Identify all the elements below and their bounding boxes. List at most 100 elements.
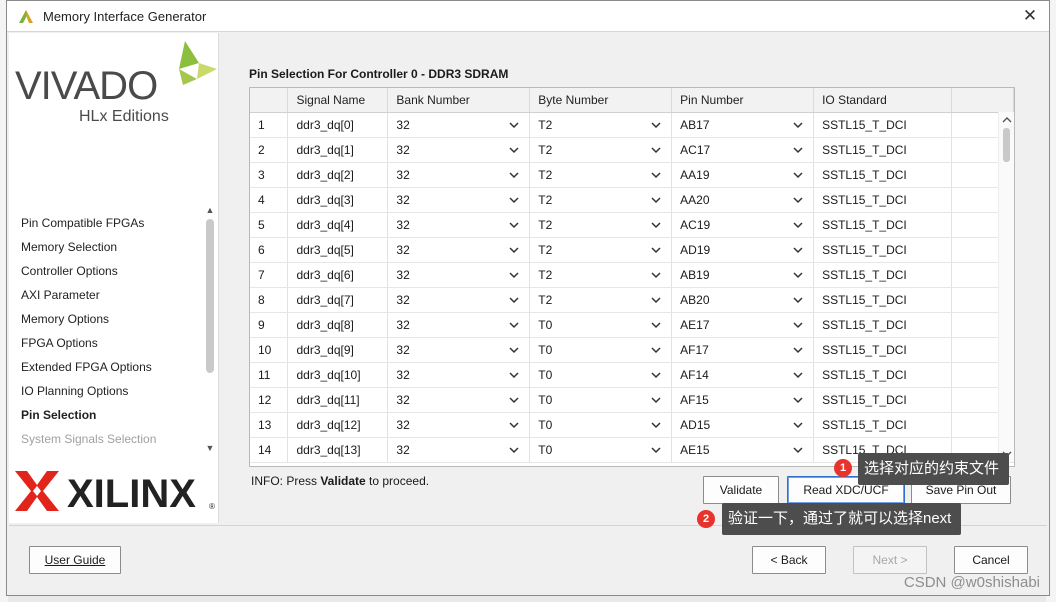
bank-number-dropdown[interactable]: 32 <box>387 137 531 163</box>
chevron-down-icon <box>509 246 519 253</box>
pin-number-dropdown[interactable]: AA19 <box>671 162 815 188</box>
pin-number-dropdown[interactable]: AB19 <box>671 262 815 288</box>
bank-number-dropdown[interactable]: 32 <box>387 387 531 413</box>
pin-number-dropdown[interactable]: AD19 <box>671 237 815 263</box>
chevron-down-icon <box>509 346 519 353</box>
column-header-io-standard[interactable]: IO Standard <box>813 88 952 113</box>
back-button[interactable]: < Back <box>752 546 826 574</box>
byte-number-dropdown[interactable]: T0 <box>529 312 673 338</box>
pin-number-dropdown[interactable]: AA20 <box>671 187 815 213</box>
table-row[interactable]: 11 ddr3_dq[10] 32 T0 AF14 SSTL15_T_DCI <box>250 362 1014 388</box>
byte-number-dropdown[interactable]: T2 <box>529 187 673 213</box>
chevron-down-icon <box>509 146 519 153</box>
table-row[interactable]: 10 ddr3_dq[9] 32 T0 AF17 SSTL15_T_DCI <box>250 337 1014 363</box>
annotation-callout-2: 验证一下，通过了就可以选择next <box>722 503 962 535</box>
pin-number-value: AA19 <box>680 167 710 182</box>
table-row[interactable]: 8 ddr3_dq[7] 32 T2 AB20 SSTL15_T_DCI <box>250 287 1014 313</box>
next-button[interactable]: Next > <box>853 546 927 574</box>
signal-name-cell: ddr3_dq[12] <box>287 412 389 438</box>
byte-number-dropdown[interactable]: T2 <box>529 237 673 263</box>
chevron-down-icon <box>509 296 519 303</box>
nav-item-memory-options[interactable]: Memory Options <box>21 307 201 331</box>
pin-number-dropdown[interactable]: AF15 <box>671 387 815 413</box>
bank-number-dropdown[interactable]: 32 <box>387 437 531 463</box>
bank-number-dropdown[interactable]: 32 <box>387 412 531 438</box>
pin-number-dropdown[interactable]: AE17 <box>671 312 815 338</box>
pin-number-value: AC19 <box>680 217 711 232</box>
column-header-pin-number[interactable]: Pin Number <box>671 88 815 113</box>
scrollbar-thumb[interactable] <box>1003 128 1010 162</box>
pin-number-dropdown[interactable]: AC19 <box>671 212 815 238</box>
pin-number-dropdown[interactable]: AD15 <box>671 412 815 438</box>
byte-number-dropdown[interactable]: T0 <box>529 362 673 388</box>
chevron-down-icon <box>793 271 803 278</box>
bank-number-dropdown[interactable]: 32 <box>387 287 531 313</box>
table-row[interactable]: 9 ddr3_dq[8] 32 T0 AE17 SSTL15_T_DCI <box>250 312 1014 338</box>
pin-number-dropdown[interactable]: AF14 <box>671 362 815 388</box>
byte-number-value: T2 <box>538 267 553 282</box>
table-row[interactable]: 2 ddr3_dq[1] 32 T2 AC17 SSTL15_T_DCI <box>250 137 1014 163</box>
nav-item-io-planning-options[interactable]: IO Planning Options <box>21 379 201 403</box>
nav-item-memory-selection[interactable]: Memory Selection <box>21 235 201 259</box>
bank-number-dropdown[interactable]: 32 <box>387 312 531 338</box>
bank-number-dropdown[interactable]: 32 <box>387 362 531 388</box>
byte-number-dropdown[interactable]: T2 <box>529 287 673 313</box>
validate-button[interactable]: Validate <box>703 476 779 504</box>
table-row[interactable]: 12 ddr3_dq[11] 32 T0 AF15 SSTL15_T_DCI <box>250 387 1014 413</box>
byte-number-dropdown[interactable]: T0 <box>529 387 673 413</box>
bank-number-dropdown[interactable]: 32 <box>387 337 531 363</box>
user-guide-label: User Guide <box>44 553 106 567</box>
close-icon[interactable]: ✕ <box>1019 6 1041 26</box>
bank-number-dropdown[interactable]: 32 <box>387 187 531 213</box>
pin-number-dropdown[interactable]: AC17 <box>671 137 815 163</box>
pin-number-dropdown[interactable]: AF17 <box>671 337 815 363</box>
table-row[interactable]: 7 ddr3_dq[6] 32 T2 AB19 SSTL15_T_DCI <box>250 262 1014 288</box>
user-guide-button[interactable]: User Guide <box>29 546 121 574</box>
byte-number-dropdown[interactable]: T2 <box>529 162 673 188</box>
cancel-button[interactable]: Cancel <box>954 546 1028 574</box>
nav-item-extended-fpga-options[interactable]: Extended FPGA Options <box>21 355 201 379</box>
column-header-signal-name[interactable]: Signal Name <box>287 88 389 113</box>
bank-number-dropdown[interactable]: 32 <box>387 237 531 263</box>
table-row[interactable]: 13 ddr3_dq[12] 32 T0 AD15 SSTL15_T_DCI <box>250 412 1014 438</box>
bank-number-dropdown[interactable]: 32 <box>387 112 531 138</box>
byte-number-dropdown[interactable]: T2 <box>529 112 673 138</box>
table-scrollbar[interactable] <box>998 112 1014 462</box>
column-header-bank-number[interactable]: Bank Number <box>387 88 531 113</box>
byte-number-dropdown[interactable]: T2 <box>529 262 673 288</box>
sidebar-scrollbar[interactable]: ▲ ▼ <box>203 203 217 455</box>
window-title: Memory Interface Generator <box>43 8 207 24</box>
scroll-up-icon[interactable] <box>1001 114 1013 126</box>
nav-item-axi-parameter[interactable]: AXI Parameter <box>21 283 201 307</box>
table-row[interactable]: 6 ddr3_dq[5] 32 T2 AD19 SSTL15_T_DCI <box>250 237 1014 263</box>
bank-number-dropdown[interactable]: 32 <box>387 212 531 238</box>
byte-number-dropdown[interactable]: T2 <box>529 137 673 163</box>
table-row[interactable]: 1 ddr3_dq[0] 32 T2 AB17 SSTL15_T_DCI <box>250 112 1014 138</box>
bank-number-dropdown[interactable]: 32 <box>387 162 531 188</box>
bank-number-dropdown[interactable]: 32 <box>387 262 531 288</box>
column-header-byte-number[interactable]: Byte Number <box>529 88 673 113</box>
nav-item-fpga-options[interactable]: FPGA Options <box>21 331 201 355</box>
nav-item-controller-options[interactable]: Controller Options <box>21 259 201 283</box>
pin-number-value: AC17 <box>680 142 711 157</box>
pin-number-dropdown[interactable]: AB17 <box>671 112 815 138</box>
pin-number-dropdown[interactable]: AE15 <box>671 437 815 463</box>
row-index: 4 <box>250 187 289 213</box>
byte-number-dropdown[interactable]: T0 <box>529 337 673 363</box>
byte-number-dropdown[interactable]: T0 <box>529 412 673 438</box>
byte-number-dropdown[interactable]: T0 <box>529 437 673 463</box>
nav-item-pin-compatible-fpgas[interactable]: Pin Compatible FPGAs <box>21 211 201 235</box>
scroll-up-icon[interactable]: ▲ <box>203 203 217 217</box>
chevron-down-icon <box>793 446 803 453</box>
scroll-down-icon[interactable]: ▼ <box>203 441 217 455</box>
nav-item-pin-selection[interactable]: Pin Selection <box>21 403 201 427</box>
bank-number-value: 32 <box>396 267 410 282</box>
bank-number-value: 32 <box>396 117 410 132</box>
scrollbar-thumb[interactable] <box>206 219 214 373</box>
table-row[interactable]: 3 ddr3_dq[2] 32 T2 AA19 SSTL15_T_DCI <box>250 162 1014 188</box>
chevron-down-icon <box>793 196 803 203</box>
pin-number-dropdown[interactable]: AB20 <box>671 287 815 313</box>
table-row[interactable]: 4 ddr3_dq[3] 32 T2 AA20 SSTL15_T_DCI <box>250 187 1014 213</box>
table-row[interactable]: 5 ddr3_dq[4] 32 T2 AC19 SSTL15_T_DCI <box>250 212 1014 238</box>
byte-number-dropdown[interactable]: T2 <box>529 212 673 238</box>
